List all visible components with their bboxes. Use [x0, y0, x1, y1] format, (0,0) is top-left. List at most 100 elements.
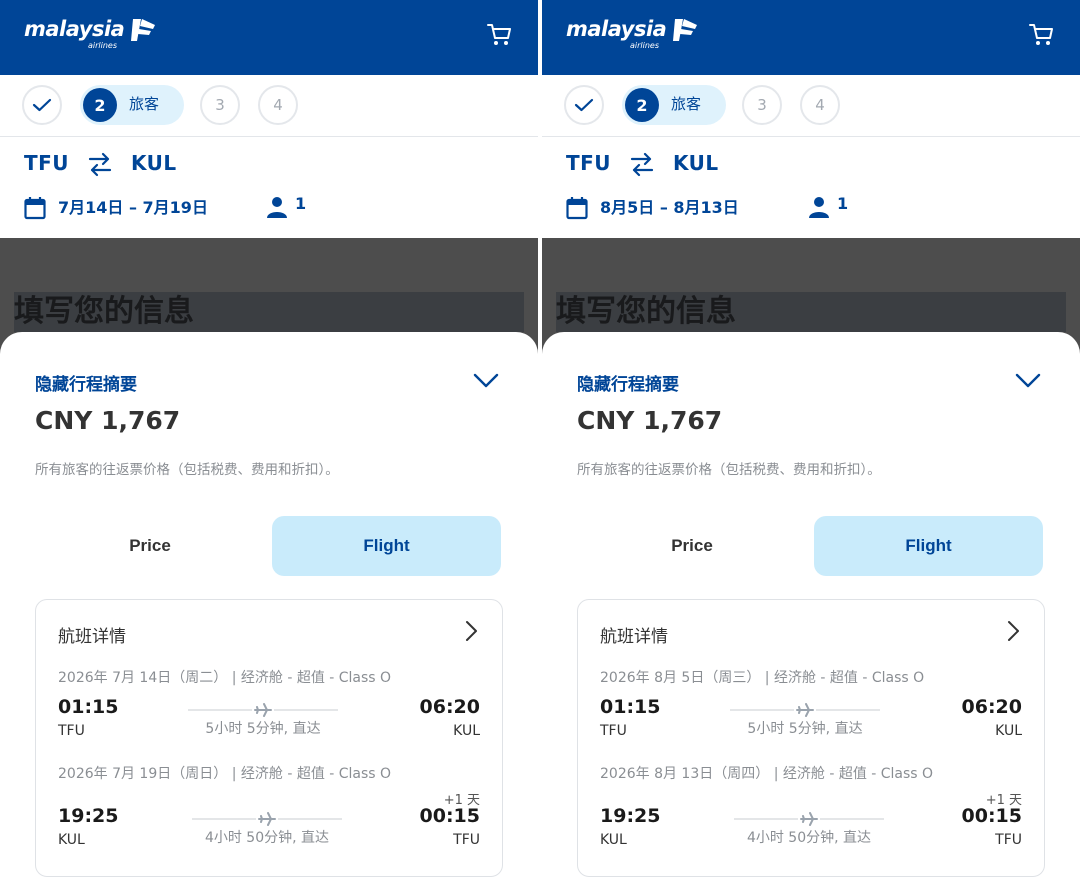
outbound-flight-line	[188, 703, 338, 717]
tab-flight[interactable]: Flight	[272, 516, 501, 576]
origin-airport: TFU	[566, 151, 612, 175]
outbound-departure-time: 01:15	[600, 696, 661, 718]
logo-wordmark: malaysia	[566, 17, 667, 41]
malaysia-airlines-logo[interactable]: malaysia airlines	[24, 17, 157, 53]
chevron-down-icon[interactable]	[1015, 372, 1041, 390]
travel-dates: 7月14日 – 7月19日	[58, 198, 208, 217]
swap-arrows-icon	[88, 152, 112, 177]
step-1-completed[interactable]	[564, 85, 604, 125]
outbound-meta: 2026年 8月 5日（周三） | 经济舱 - 超值 - Class O	[600, 670, 925, 686]
outbound-arrival-time: 06:20	[961, 696, 1022, 718]
destination-airport: KUL	[673, 151, 719, 175]
chevron-right-icon[interactable]	[1007, 620, 1021, 642]
flight-details-card[interactable]: 航班详情 2026年 8月 5日（周三） | 经济舱 - 超值 - Class …	[577, 599, 1045, 877]
kite-logo-icon	[131, 19, 156, 41]
progress-stepper: 2 旅客 3 4	[0, 75, 538, 137]
check-icon	[574, 98, 594, 112]
step-2-active[interactable]: 2 旅客	[80, 85, 184, 125]
total-price: CNY 1,767	[35, 406, 181, 435]
swap-arrows-icon	[630, 152, 654, 177]
tab-price[interactable]: Price	[35, 516, 265, 576]
booking-screen-august: malaysia airlines 2 旅客 3 4 TFU KUL 8月5日 …	[542, 0, 1080, 889]
inbound-duration: 4小时 50分钟, 直达	[746, 830, 872, 846]
outbound-departure-code: TFU	[600, 723, 627, 739]
trip-summary-sheet: 隐藏行程摘要 CNY 1,767 所有旅客的往返票价格（包括税费、费用和折扣）。…	[0, 332, 538, 889]
flight-details-title: 航班详情	[58, 627, 126, 647]
hide-summary-link[interactable]: 隐藏行程摘要	[35, 370, 137, 395]
step-2-active[interactable]: 2 旅客	[622, 85, 726, 125]
page-title: 填写您的信息	[556, 294, 736, 329]
flight-details-card[interactable]: 航班详情 2026年 7月 14日（周二） | 经济舱 - 超值 - Class…	[35, 599, 503, 877]
airplane-icon	[258, 812, 276, 826]
chevron-down-icon[interactable]	[473, 372, 499, 390]
cart-icon[interactable]	[485, 20, 513, 48]
step-1-completed[interactable]	[22, 85, 62, 125]
booking-screen-july: malaysia airlines 2 旅客 3 4 TFU KUL 7月14日…	[0, 0, 538, 889]
inbound-duration: 4小时 50分钟, 直达	[204, 830, 330, 846]
kite-logo-icon	[673, 19, 698, 41]
step-2-number: 2	[625, 88, 659, 122]
airplane-icon	[800, 812, 818, 826]
route-summary: TFU KUL 7月14日 – 7月19日 1	[0, 138, 538, 238]
inbound-departure-time: 19:25	[600, 805, 661, 827]
inbound-flight-line	[734, 812, 884, 826]
total-price: CNY 1,767	[577, 406, 723, 435]
outbound-duration: 5小时 5分钟, 直达	[205, 721, 321, 737]
inbound-meta: 2026年 7月 19日（周日） | 经济舱 - 超值 - Class O	[58, 766, 392, 782]
outbound-arrival-code: KUL	[453, 723, 480, 739]
chevron-right-icon[interactable]	[465, 620, 479, 642]
outbound-arrival-code: KUL	[995, 723, 1022, 739]
inbound-arrival-code: TFU	[995, 832, 1022, 848]
inbound-departure-time: 19:25	[58, 805, 119, 827]
outbound-flight-line	[730, 703, 880, 717]
price-note: 所有旅客的往返票价格（包括税费、费用和折扣）。	[35, 462, 339, 478]
inbound-departure-code: KUL	[600, 832, 627, 848]
travel-dates: 8月5日 – 8月13日	[600, 198, 739, 217]
destination-airport: KUL	[131, 151, 177, 175]
header-bar: malaysia airlines	[542, 0, 1080, 75]
inbound-arrival-time: 00:15	[419, 805, 480, 827]
inbound-meta: 2026年 8月 13日（周四） | 经济舱 - 超值 - Class O	[600, 766, 934, 782]
passenger-icon	[267, 197, 287, 218]
page-title: 填写您的信息	[14, 294, 194, 329]
outbound-arrival-time: 06:20	[419, 696, 480, 718]
inbound-departure-code: KUL	[58, 832, 85, 848]
passenger-count: 1	[837, 194, 849, 213]
calendar-icon	[566, 197, 588, 220]
flight-details-title: 航班详情	[600, 627, 668, 647]
step-2-number: 2	[83, 88, 117, 122]
check-icon	[32, 98, 52, 112]
inbound-arrival-time: 00:15	[961, 805, 1022, 827]
logo-subtext: airlines	[88, 41, 118, 50]
outbound-departure-code: TFU	[58, 723, 85, 739]
step-2-label: 旅客	[129, 95, 160, 113]
trip-summary-sheet: 隐藏行程摘要 CNY 1,767 所有旅客的往返票价格（包括税费、费用和折扣）。…	[542, 332, 1080, 889]
logo-subtext: airlines	[630, 41, 660, 50]
progress-stepper: 2 旅客 3 4	[542, 75, 1080, 137]
step-4[interactable]: 4	[258, 85, 298, 125]
price-note: 所有旅客的往返票价格（包括税费、费用和折扣）。	[577, 462, 881, 478]
logo-wordmark: malaysia	[24, 17, 125, 41]
hide-summary-link[interactable]: 隐藏行程摘要	[577, 370, 679, 395]
route-summary: TFU KUL 8月5日 – 8月13日 1	[542, 138, 1080, 238]
inbound-arrival-code: TFU	[453, 832, 480, 848]
origin-airport: TFU	[24, 151, 70, 175]
passenger-icon	[809, 197, 829, 218]
outbound-meta: 2026年 7月 14日（周二） | 经济舱 - 超值 - Class O	[58, 670, 392, 686]
tab-price[interactable]: Price	[577, 516, 807, 576]
inbound-flight-line	[192, 812, 342, 826]
step-4[interactable]: 4	[800, 85, 840, 125]
step-3[interactable]: 3	[200, 85, 240, 125]
passenger-count: 1	[295, 194, 307, 213]
step-2-label: 旅客	[671, 95, 702, 113]
airplane-icon	[796, 703, 814, 717]
outbound-departure-time: 01:15	[58, 696, 119, 718]
malaysia-airlines-logo[interactable]: malaysia airlines	[566, 17, 699, 53]
tab-flight[interactable]: Flight	[814, 516, 1043, 576]
cart-icon[interactable]	[1027, 20, 1055, 48]
step-3[interactable]: 3	[742, 85, 782, 125]
airplane-icon	[254, 703, 272, 717]
calendar-icon	[24, 197, 46, 220]
outbound-duration: 5小时 5分钟, 直达	[747, 721, 863, 737]
header-bar: malaysia airlines	[0, 0, 538, 75]
